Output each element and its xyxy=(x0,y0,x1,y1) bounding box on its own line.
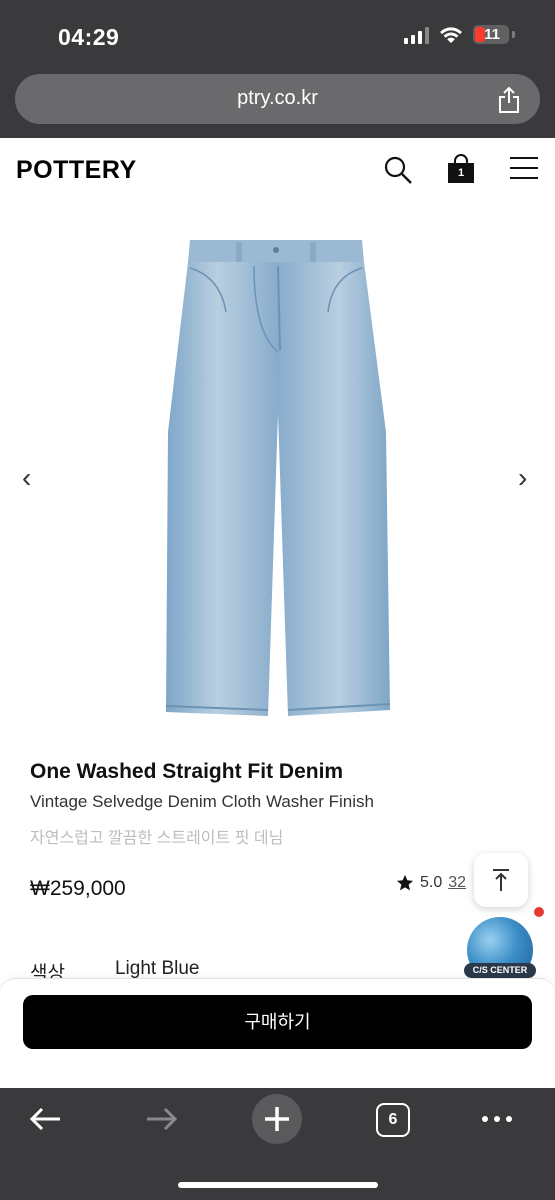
review-count-link[interactable]: 32 xyxy=(448,874,466,892)
cart-icon[interactable]: 1 xyxy=(446,154,476,184)
url-text[interactable]: ptry.co.kr xyxy=(15,87,540,110)
status-icons: 11 xyxy=(404,25,515,44)
product-korean-name: 자연스럽고 깔끔한 스트레이트 핏 데님 xyxy=(30,830,284,847)
product-price: ₩259,000 xyxy=(30,877,126,900)
cart-count-badge: 1 xyxy=(457,167,465,179)
share-icon[interactable] xyxy=(496,86,522,114)
home-indicator xyxy=(178,1182,378,1188)
product-subtitle: Vintage Selvedge Denim Cloth Washer Fini… xyxy=(30,792,374,811)
signal-icon xyxy=(404,26,429,44)
scroll-top-icon xyxy=(493,869,509,891)
browser-bottom-toolbar: 6 xyxy=(0,1088,555,1200)
rating-value: 5.0 xyxy=(420,874,443,891)
battery-level: 11 xyxy=(484,26,500,43)
buy-button[interactable]: 구매하기 xyxy=(23,995,532,1049)
purchase-bar: 구매하기 xyxy=(0,978,555,1090)
search-icon[interactable] xyxy=(383,155,413,185)
cs-center-label: C/S CENTER xyxy=(464,963,536,978)
address-bar[interactable]: ptry.co.kr xyxy=(15,74,540,124)
scroll-top-button[interactable] xyxy=(474,853,528,907)
site-logo[interactable]: POTTERY xyxy=(16,156,137,185)
product-image xyxy=(165,240,391,716)
new-tab-button[interactable] xyxy=(252,1094,302,1144)
chevron-left-icon[interactable]: ‹ xyxy=(22,462,31,494)
forward-icon[interactable] xyxy=(143,1104,179,1134)
chevron-right-icon[interactable]: › xyxy=(518,462,527,494)
plus-icon xyxy=(265,1107,289,1131)
wifi-icon xyxy=(440,26,462,43)
browser-top-chrome: 04:29 11 ptry.co.kr xyxy=(0,0,555,138)
site-header: POTTERY 1 xyxy=(0,138,555,204)
menu-icon[interactable] xyxy=(510,157,538,181)
tabs-icon[interactable]: 6 xyxy=(376,1103,410,1137)
notification-dot xyxy=(532,905,546,919)
status-time: 04:29 xyxy=(58,24,120,50)
battery-icon: 11 xyxy=(473,25,509,44)
star-icon xyxy=(396,874,414,891)
more-icon[interactable] xyxy=(482,1116,512,1122)
product-name: One Washed Straight Fit Denim xyxy=(30,760,344,783)
cs-center-widget[interactable]: C/S CENTER xyxy=(464,905,546,983)
back-icon[interactable] xyxy=(28,1104,64,1134)
product-rating[interactable]: 5.0 32 xyxy=(396,874,466,892)
